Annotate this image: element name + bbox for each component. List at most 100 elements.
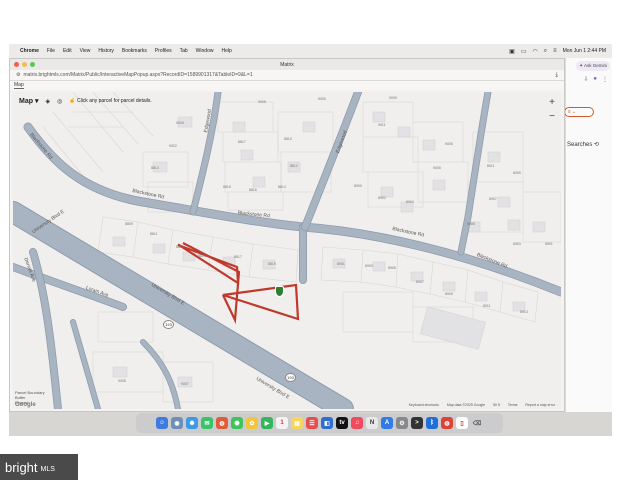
menu-tab[interactable]: Tab — [180, 48, 188, 54]
parcel-number-label: 8907 — [489, 197, 497, 201]
scale-text[interactable]: 50 ft — [493, 403, 500, 407]
zoom-window-icon[interactable] — [30, 62, 35, 67]
window-title: Matrix — [280, 61, 294, 68]
control-center-icon[interactable]: ≡ — [553, 48, 557, 54]
menu-app-name[interactable]: Chrome — [20, 48, 39, 54]
facetime-icon[interactable]: ▶ — [261, 417, 273, 429]
filter-pill[interactable]: s ⌄ — [564, 107, 594, 117]
parcel-number-label: 8903 — [365, 264, 373, 268]
menu-file[interactable]: File — [47, 48, 55, 54]
launchpad-icon[interactable]: ◉ — [171, 417, 183, 429]
download-icon[interactable]: ⇩ — [583, 76, 588, 83]
terminal-icon[interactable]: > — [411, 417, 423, 429]
chrome-icon[interactable]: ◍ — [216, 417, 228, 429]
parcel-number-label: 8902 — [378, 196, 386, 200]
battery-icon[interactable]: ▭ — [521, 48, 527, 55]
finder-icon[interactable]: ☺ — [156, 417, 168, 429]
parcel-number-label: 8905 — [467, 222, 475, 226]
close-window-icon[interactable] — [14, 62, 19, 67]
route-shield: 193 — [285, 373, 296, 382]
wifi-icon[interactable]: ◠ — [533, 48, 538, 55]
parcel-number-label: 8901 — [337, 262, 345, 266]
photos-icon[interactable]: ✿ — [246, 417, 258, 429]
search-icon[interactable]: ⌕ — [544, 48, 547, 55]
parcel-number-label: 8905 — [388, 266, 396, 270]
page-tab-strip: Map — [10, 81, 564, 90]
subject-property-marker-icon[interactable] — [275, 286, 284, 297]
route-shield: 193 — [163, 320, 174, 329]
terms-link[interactable]: Terms — [508, 403, 518, 407]
download-icon[interactable]: ⤓ — [555, 72, 558, 79]
news-icon[interactable]: N — [366, 417, 378, 429]
bluetooth-icon[interactable]: ᛒ — [426, 417, 438, 429]
notes-icon[interactable]: ▤ — [291, 417, 303, 429]
macos-dock: ☺ ◉ ✺ ✉ ◍ ⬣ ✿ ▶ 1 ▤ ☰ ◧ tv ♫ N A ⚙ > ᛒ ◍… — [136, 413, 503, 433]
parcel-number-label: 8819 — [268, 262, 276, 266]
apple-tv-icon[interactable]: tv — [336, 417, 348, 429]
keynote-icon[interactable]: ◧ — [321, 417, 333, 429]
parcel-number-label: 8812 — [290, 164, 298, 168]
parcel-number-label: 8811 — [150, 232, 158, 236]
reminders-icon[interactable]: ☰ — [306, 417, 318, 429]
menu-window[interactable]: Window — [196, 48, 214, 54]
camera-icon[interactable]: ▣ — [509, 48, 515, 55]
url-text[interactable]: matrix.brightmls.com/Matrix/Public/Inter… — [23, 72, 252, 78]
parcel-number-label: 8817 — [238, 140, 246, 144]
parcel-number-label: 8903 — [513, 242, 521, 246]
more-icon[interactable]: ⋮ — [602, 76, 608, 83]
menubar-status-area: ▣ ▭ ◠ ⌕ ≡ Mon Jun 1 2:44 PM — [509, 44, 606, 58]
saved-searches-link[interactable]: Searches ⟲ — [567, 141, 599, 148]
menu-profiles[interactable]: Profiles — [155, 48, 172, 54]
menu-help[interactable]: Help — [221, 48, 231, 54]
menu-edit[interactable]: Edit — [63, 48, 72, 54]
system-settings-icon[interactable]: ⚙ — [396, 417, 408, 429]
map-type-button[interactable]: Map ▾ — [19, 97, 38, 105]
safari-icon[interactable]: ✺ — [186, 417, 198, 429]
parcel-number-label: 8815 — [176, 245, 184, 249]
parcel-number-label: 8813 — [198, 254, 206, 258]
map-hint: ☝ Click any parcel for parcel details. — [69, 98, 152, 104]
brand-name: bright — [5, 459, 38, 475]
calendar-icon[interactable]: 1 — [276, 417, 288, 429]
map-toolbar: Map ▾ ◈ ◎ ☝ Click any parcel for parcel … — [19, 97, 152, 105]
document-icon[interactable]: ▯ — [456, 417, 468, 429]
trash-icon[interactable]: ⌫ — [471, 417, 483, 429]
menu-history[interactable]: History — [98, 48, 114, 54]
background-side-panel: ✦ Ask Gemini ⇩ ● ⋮ s ⌄ Searches ⟲ — [564, 58, 612, 412]
ask-gemini-button[interactable]: ✦ Ask Gemini — [576, 61, 610, 71]
zoom-in-button[interactable]: + — [549, 96, 555, 110]
address-bar[interactable]: ⚙ matrix.brightmls.com/Matrix/Public/Int… — [10, 70, 564, 81]
parcel-number-label: 8904 — [406, 200, 414, 204]
parcel-number-label: 8901 — [545, 242, 553, 246]
map-tab[interactable]: Map — [14, 82, 24, 89]
window-controls — [14, 62, 35, 67]
site-info-icon[interactable]: ⚙ — [16, 72, 20, 78]
report-map-error-link[interactable]: Report a map error — [525, 403, 555, 407]
parcel-number-label: 9008 — [118, 379, 126, 383]
parcel-number-label: 9011 — [378, 123, 386, 127]
menu-bookmarks[interactable]: Bookmarks — [122, 48, 147, 54]
profile-icon[interactable]: ● — [593, 76, 597, 83]
minimize-window-icon[interactable] — [22, 62, 27, 67]
zoom-controls: + − — [549, 96, 555, 124]
music-icon[interactable]: ♫ — [351, 417, 363, 429]
zoom-out-button[interactable]: − — [549, 110, 555, 124]
menubar-clock[interactable]: Mon Jun 1 2:44 PM — [563, 48, 606, 54]
interactive-map[interactable]: 9005 9000 9009 9026 8817 8810 9011 9006 … — [13, 92, 561, 409]
menu-view[interactable]: View — [80, 48, 91, 54]
parcel-number-label: 9009 — [389, 96, 397, 100]
parcel-number-label: 9022 — [169, 144, 177, 148]
parcel-number-label: 8909 — [445, 292, 453, 296]
chrome-alt-icon[interactable]: ◍ — [441, 417, 453, 429]
parcel-number-label: 8911 — [483, 304, 491, 308]
parcel-number-label: 8809 — [125, 222, 133, 226]
locate-icon[interactable]: ◎ — [57, 98, 62, 105]
parcel-number-label: 8814 — [278, 185, 286, 189]
maps-icon[interactable]: ⬣ — [231, 417, 243, 429]
messages-icon[interactable]: ✉ — [201, 417, 213, 429]
app-store-icon[interactable]: A — [381, 417, 393, 429]
brightmls-watermark-logo: bright MLS — [0, 454, 78, 480]
layers-icon[interactable]: ◈ — [45, 98, 50, 105]
keyboard-shortcuts-link[interactable]: Keyboard shortcuts — [409, 403, 439, 407]
parcel-number-label: 9000 — [318, 97, 326, 101]
